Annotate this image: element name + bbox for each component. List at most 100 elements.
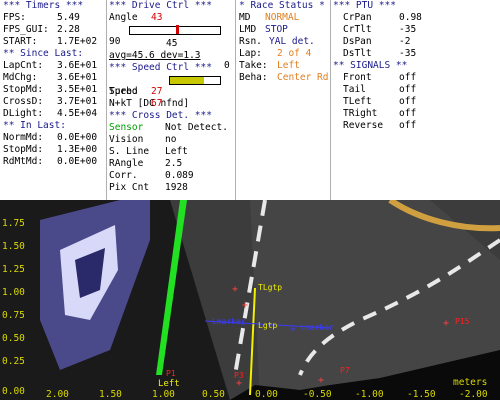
- race-value: STOP: [265, 24, 288, 35]
- ptu-label: CrTlt: [343, 24, 372, 35]
- y-axis-tick: 0.50: [2, 333, 25, 344]
- cross-label: Pix Cnt: [109, 182, 150, 193]
- divider: [330, 0, 331, 200]
- cross-label: S. Line: [109, 146, 150, 157]
- red-cross-marker: +: [232, 284, 238, 295]
- race-value: 2 of 4: [277, 48, 312, 59]
- signal-label: TRight: [343, 108, 378, 119]
- inlast-label: NormMd:: [3, 132, 44, 143]
- tlgtp-label: TLgtp: [258, 283, 282, 292]
- y-axis-tick: 1.00: [2, 287, 25, 298]
- fps-label: FPS:: [3, 12, 26, 23]
- x-axis-tick: -1.50: [407, 389, 436, 400]
- start-label: START:: [3, 36, 38, 47]
- red-cross-marker: +: [443, 318, 449, 329]
- turbo-value: 27: [151, 86, 163, 97]
- signal-label: Front: [343, 72, 372, 83]
- x-axis-tick: -1.00: [355, 389, 384, 400]
- cross-sensor-label: Sensor: [109, 122, 144, 133]
- y-axis-tick: 0.25: [2, 356, 25, 367]
- red-cross-marker: +: [242, 300, 248, 311]
- ptu-panel: *** PTU *** CrPan 0.98 CrTlt -35 DsPan -2 D…: [333, 0, 498, 200]
- signal-value: off: [399, 84, 417, 95]
- race-value: Center Rd: [277, 72, 329, 83]
- since-label: LapCnt:: [3, 60, 44, 71]
- fps-value: 5.49: [57, 12, 80, 23]
- x-axis-tick: -2.00: [459, 389, 488, 400]
- race-value: YAL det.: [269, 36, 315, 47]
- status-panel: *** Timers *** FPS: 5.49 FPS_GUI: 2.28 STA…: [0, 0, 500, 200]
- angle-slider-knob[interactable]: [176, 25, 179, 34]
- axis-units: meters: [453, 377, 488, 388]
- in-last-title: ** In Last:: [3, 120, 66, 131]
- since-label: MdChg:: [3, 72, 38, 83]
- ptu-title: *** PTU ***: [333, 0, 396, 11]
- signal-label: Reverse: [343, 120, 384, 131]
- y-axis-tick: 0.00: [2, 386, 25, 397]
- speed-bar-fill: [170, 77, 204, 84]
- x-axis-tick: 1.00: [152, 389, 175, 400]
- signal-label: Tail: [343, 84, 366, 95]
- x-axis-tick: -0.50: [303, 389, 332, 400]
- red-cross-marker: +: [318, 375, 324, 386]
- since-value: 3.7E+01: [57, 96, 98, 107]
- blue-cross-marker: +: [290, 324, 296, 335]
- ptu-label: DsTlt: [343, 48, 372, 59]
- x-axis-tick: 0.50: [202, 389, 225, 400]
- camera-scene: Lmarker Lmarker TLgtp Lgtp Left P15 P7 P…: [0, 200, 500, 400]
- cross-sensor-value: Not Detect.: [165, 122, 228, 133]
- since-last-title: ** Since Last:: [3, 48, 84, 59]
- nkt-text: N+kT [DC nfnd]: [109, 98, 190, 109]
- fpsgui-label: FPS_GUI:: [3, 24, 49, 35]
- signal-label: TLeft: [343, 96, 372, 107]
- ptu-value: -35: [399, 24, 417, 35]
- drive-ctrl-panel: *** Drive Ctrl *** Angle 43 90 0 45 avg=4…: [109, 0, 233, 200]
- turbo-label: Turbo: [109, 86, 138, 97]
- angle-slider-track: [129, 25, 221, 35]
- race-value: NORMAL: [265, 12, 300, 23]
- x-axis-tick: 2.00: [46, 389, 69, 400]
- since-label: CrossD:: [3, 96, 44, 107]
- inlast-label: StopMd:: [3, 144, 44, 155]
- angle-slider-center: 45: [166, 38, 178, 49]
- cross-value: no: [165, 134, 177, 145]
- timers-panel: *** Timers *** FPS: 5.49 FPS_GUI: 2.28 STA…: [3, 0, 101, 200]
- fpsgui-value: 2.28: [57, 24, 80, 35]
- blue-cross-marker: +: [240, 318, 246, 329]
- inlast-label: RdMtMd:: [3, 156, 44, 167]
- ptu-value: -35: [399, 48, 417, 59]
- ptu-value: 0.98: [399, 12, 422, 23]
- race-value: Left: [277, 60, 300, 71]
- divider: [106, 0, 107, 200]
- race-label: Lap:: [239, 48, 262, 59]
- camera-view: Lmarker Lmarker TLgtp Lgtp Left P15 P7 P…: [0, 200, 500, 400]
- cross-value: 0.089: [165, 170, 194, 181]
- race-label: LMD: [239, 24, 257, 35]
- signal-value: off: [399, 108, 417, 119]
- inlast-value: 1.3E+00: [57, 144, 98, 155]
- p7-label: P7: [340, 366, 350, 375]
- inlast-value: 0.0E+00: [57, 156, 98, 167]
- left-label: Left: [158, 379, 180, 389]
- cross-det-title: *** Cross Det. ***: [109, 110, 212, 121]
- y-axis-tick: 1.25: [2, 264, 25, 275]
- race-status-title: * Race Status *: [239, 0, 325, 11]
- divider: [235, 0, 236, 200]
- angle-label: Angle: [109, 12, 138, 23]
- ptu-label: DsPan: [343, 36, 372, 47]
- signal-value: off: [399, 120, 417, 131]
- since-label: DLight:: [3, 108, 44, 119]
- cross-value: 2.5: [165, 158, 183, 169]
- y-axis-tick: 0.75: [2, 310, 25, 321]
- p1-label: P1: [166, 369, 176, 378]
- signal-value: off: [399, 96, 417, 107]
- angle-avg-text: avg=45.6 dev=1.3: [109, 50, 201, 61]
- speed-ctrl-title: *** Speed Ctrl ***: [109, 62, 212, 73]
- x-axis-tick: 1.50: [99, 389, 122, 400]
- inlast-value: 0.0E+00: [57, 132, 98, 143]
- signals-title: ** SIGNALS **: [333, 60, 408, 71]
- since-value: 3.5E+01: [57, 84, 98, 95]
- cross-label: Vision: [109, 134, 144, 145]
- race-label: Take:: [239, 60, 268, 71]
- race-label: MD: [239, 12, 251, 23]
